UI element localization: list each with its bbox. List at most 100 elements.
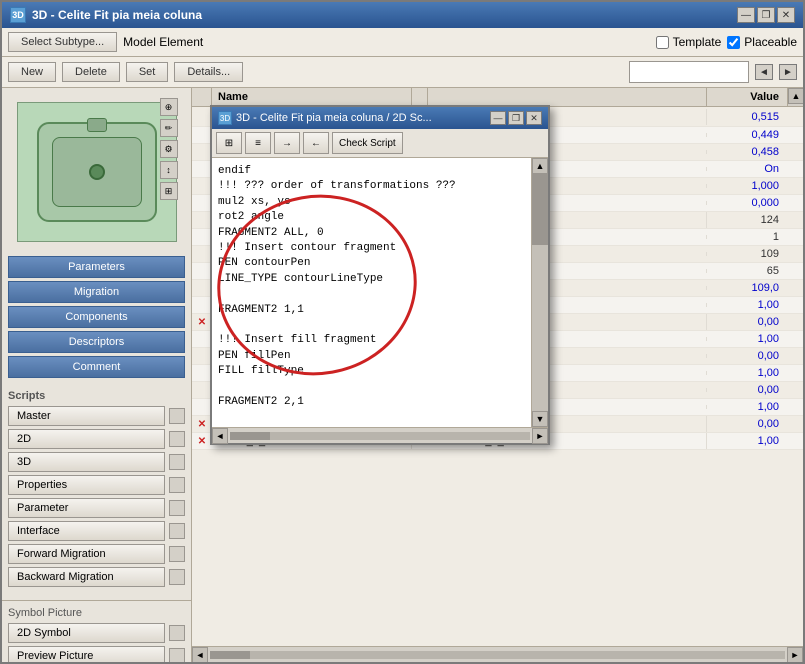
left-panel: ⊕ ✏ ⚙ ↕ ⊞ Parameters Migration Component… [2,88,192,662]
popup-tool-grid[interactable]: ⊞ [216,132,242,154]
popup-scroll-up[interactable]: ▲ [532,158,548,174]
details-button[interactable]: Details... [174,62,243,82]
popup-icon: 3D [218,111,232,125]
comment-button[interactable]: Comment [8,356,185,378]
title-bar-left: 3D 3D - Celite Fit pia meia coluna [10,7,202,23]
tool-2[interactable]: ✏ [160,119,178,137]
row-value: On [707,161,787,177]
row-value: 1 [707,229,787,245]
code-editor[interactable]: endif !!! ??? order of transformations ?… [212,158,532,427]
popup-hscroll-right[interactable]: ► [532,428,548,444]
window-controls: — ❐ ✕ [737,7,795,23]
row-value: 0,00 [707,348,787,364]
placeable-checkbox[interactable] [727,36,740,49]
search-next-button[interactable]: ► [779,64,797,80]
popup-vscroll: ▲ ▼ [532,158,548,427]
sink-tap [87,118,107,132]
properties-script-check[interactable] [169,477,185,493]
master-script-button[interactable]: Master [8,406,165,426]
tool-3[interactable]: ⚙ [160,140,178,158]
minimize-button[interactable]: — [737,7,755,23]
check-script-button[interactable]: Check Script [332,132,403,154]
row-value: 0,00 [707,314,787,330]
select-subtype-button[interactable]: Select Subtype... [8,32,117,52]
h-scroll-track[interactable] [210,651,785,659]
preview-picture-row: Preview Picture [8,646,185,662]
tool-4[interactable]: ↕ [160,161,178,179]
backward-migration-script-button[interactable]: Backward Migration [8,567,165,587]
popup-hscroll: ◄ ► [212,427,548,443]
master-script-check[interactable] [169,408,185,424]
model-element-label: Model Element [123,35,203,49]
h-scroll-left[interactable]: ◄ [192,647,208,663]
migration-button[interactable]: Migration [8,281,185,303]
scroll-up-arrow[interactable]: ▲ [788,88,803,104]
placeable-checkbox-label: Placeable [727,35,797,49]
col-type-header [428,88,707,106]
2d-symbol-check[interactable] [169,625,185,641]
h-scroll-right[interactable]: ► [787,647,803,663]
restore-button[interactable]: ❐ [757,7,775,23]
popup-title-bar: 3D 3D - Celite Fit pia meia coluna / 2D … [212,107,548,129]
new-button[interactable]: New [8,62,56,82]
col-value-header: Value [707,88,787,106]
popup-scroll-thumb[interactable] [532,174,548,245]
popup-tool-list[interactable]: ≡ [245,132,271,154]
row-value: 1,00 [707,433,787,449]
row-value: 1,00 [707,331,787,347]
h-scroll-thumb[interactable] [210,651,250,659]
search-input[interactable] [629,61,749,83]
set-button[interactable]: Set [126,62,169,82]
3d-script-check[interactable] [169,454,185,470]
window-icon: 3D [10,7,26,23]
symbol-section-label: Symbol Picture [8,607,185,619]
interface-script-button[interactable]: Interface [8,521,165,541]
2d-symbol-button[interactable]: 2D Symbol [8,623,165,643]
backward-migration-script-check[interactable] [169,569,185,585]
marker-col-header [412,88,428,106]
2d-script-check[interactable] [169,431,185,447]
delete-button[interactable]: Delete [62,62,120,82]
2d-script-button[interactable]: 2D [8,429,165,449]
popup-toolbar: ⊞ ≡ → ← Check Script [212,129,548,158]
popup-hscroll-left[interactable]: ◄ [212,428,228,444]
preview-area [17,102,177,242]
preview-container: ⊕ ✏ ⚙ ↕ ⊞ [12,94,182,244]
parameters-button[interactable]: Parameters [8,256,185,278]
col-name-header: Name [212,88,412,106]
tool-5[interactable]: ⊞ [160,182,178,200]
forward-migration-script-check[interactable] [169,546,185,562]
2d-symbol-row: 2D Symbol [8,623,185,643]
popup-close[interactable]: ✕ [526,111,542,125]
symbol-section: Symbol Picture 2D Symbol Preview Picture… [2,600,191,662]
popup-content: endif !!! ??? order of transformations ?… [212,158,548,427]
close-button[interactable]: ✕ [777,7,795,23]
tool-1[interactable]: ⊕ [160,98,178,116]
forward-migration-script-button[interactable]: Forward Migration [8,544,165,564]
popup-tool-indent[interactable]: → [274,132,300,154]
properties-script-button[interactable]: Properties [8,475,165,495]
preview-picture-check[interactable] [169,648,185,662]
descriptors-button[interactable]: Descriptors [8,331,185,353]
parameter-script-check[interactable] [169,500,185,516]
interface-script-check[interactable] [169,523,185,539]
row-value: 0,00 [707,382,787,398]
search-prev-button[interactable]: ◄ [755,64,773,80]
popup-minimize[interactable]: — [490,111,506,125]
row-value: 0,000 [707,195,787,211]
popup-hscroll-track[interactable] [230,432,530,440]
popup-restore[interactable]: ❐ [508,111,524,125]
row-value: 109 [707,246,787,262]
preview-picture-button[interactable]: Preview Picture [8,646,165,662]
row-nav-x: ✕ [192,317,212,328]
template-checkbox[interactable] [656,36,669,49]
popup-tool-outdent[interactable]: ← [303,132,329,154]
3d-script-button[interactable]: 3D [8,452,165,472]
row-value: 1,00 [707,365,787,381]
row-value: 1,00 [707,399,787,415]
parameter-script-button[interactable]: Parameter [8,498,165,518]
popup-hscroll-thumb[interactable] [230,432,270,440]
components-button[interactable]: Components [8,306,185,328]
scripts-section: Scripts Master 2D 3D Properties [2,384,191,596]
popup-scroll-down[interactable]: ▼ [532,411,548,427]
